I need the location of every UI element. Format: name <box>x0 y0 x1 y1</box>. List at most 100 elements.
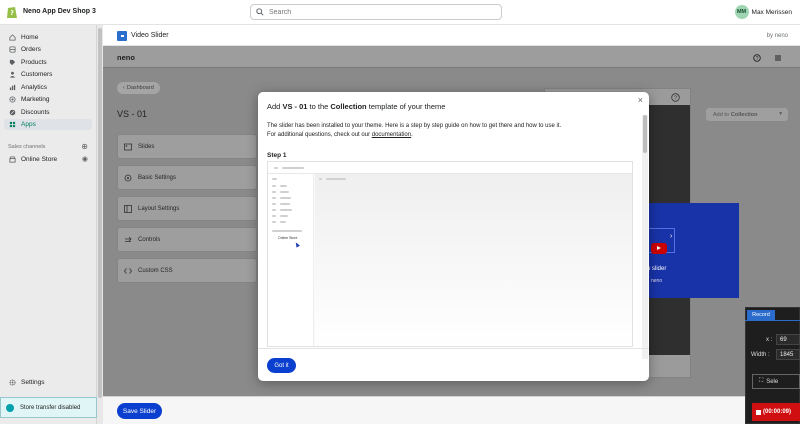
user-menu[interactable]: MM Max Merissen <box>734 5 792 19</box>
shot-line <box>272 215 276 217</box>
menu-card-controls[interactable]: Controls <box>117 227 257 252</box>
target-icon <box>9 96 16 103</box>
record-tab[interactable]: Record <box>747 310 775 320</box>
app-by-label: by neno <box>766 33 788 39</box>
modal-title-prefix: Add <box>267 102 283 111</box>
menu-card-layout-settings[interactable]: Layout Settings <box>117 196 257 221</box>
menu-card-basic-settings[interactable]: Basic Settings <box>117 165 257 190</box>
sidebar-item-label: Apps <box>21 121 36 128</box>
sidebar-item-discounts[interactable]: Discounts <box>4 107 92 118</box>
tag-icon <box>9 59 16 66</box>
modal-title-slider: VS - 01 <box>282 102 308 111</box>
sidebar-item-apps[interactable]: Apps <box>4 119 92 130</box>
dashboard-label: Dashboard <box>126 85 154 91</box>
layout-icon <box>124 204 132 213</box>
step-label: Step 1 <box>267 152 287 159</box>
store-icon <box>9 156 16 163</box>
modal-scrollbar-thumb[interactable] <box>643 115 647 153</box>
shot-line <box>274 167 278 169</box>
sidebar-item-orders[interactable]: Orders <box>4 44 92 55</box>
sidebar-item-products[interactable]: Products <box>4 57 92 68</box>
menu-card-label: Basic Settings <box>138 174 177 181</box>
shot-topbar <box>268 162 632 174</box>
sidebar-item-customers[interactable]: Customers <box>4 69 92 80</box>
menu-card-slides[interactable]: Slides <box>117 134 257 159</box>
help-icon[interactable]: ? <box>753 54 761 64</box>
save-slider-button[interactable]: Save Slider <box>117 403 162 419</box>
preview-neno-label: neno <box>651 278 663 284</box>
add-to-collection-button[interactable]: Add to Collection ▾ <box>706 108 788 121</box>
shot-main <box>315 174 632 346</box>
shop-name[interactable]: Neno App Dev Shop 3 <box>23 8 96 15</box>
top-bar: Neno App Dev Shop 3 MM Max Merissen <box>0 0 800 25</box>
search-input[interactable] <box>269 8 489 16</box>
shot-line <box>280 209 292 211</box>
record-x-field[interactable]: 69 <box>776 334 800 345</box>
shot-line <box>319 178 322 180</box>
sidebar-item-settings[interactable]: Settings <box>4 377 92 388</box>
menu-card-custom-css[interactable]: Custom CSS <box>117 258 257 283</box>
sidebar-item-label: Settings <box>21 379 45 386</box>
neno-logo: neno <box>117 53 135 62</box>
home-icon <box>9 34 16 41</box>
dashboard-back-button[interactable]: ‹ Dashboard <box>117 82 160 94</box>
documentation-link[interactable]: documentation <box>372 132 411 138</box>
bottom-save-bar: Save Slider <box>103 396 800 424</box>
modal-body-line2: For additional questions, check out our … <box>267 131 561 140</box>
shot-line <box>280 221 286 223</box>
collection-label: Collection <box>730 111 758 118</box>
shot-line <box>282 167 304 169</box>
sidebar-item-marketing[interactable]: Marketing <box>4 94 92 105</box>
sidebar-item-analytics[interactable]: Analytics <box>4 82 92 93</box>
modal-footer: Got it <box>258 348 649 381</box>
record-select-button[interactable]: ⛶ Sele <box>752 374 800 389</box>
record-x-label: x : <box>766 337 773 343</box>
close-icon[interactable]: × <box>638 95 643 105</box>
store-transfer-label: Store transfer disabled <box>20 404 81 411</box>
sidebar-item-label: Home <box>21 34 39 41</box>
sidebar-item-home[interactable]: Home <box>4 32 92 43</box>
preview-help-icon[interactable]: ? <box>671 93 680 104</box>
info-icon <box>6 403 14 412</box>
avatar: MM <box>734 5 749 19</box>
shot-line <box>272 221 276 223</box>
shot-line <box>272 185 276 187</box>
user-name: Max Merissen <box>751 8 792 16</box>
sales-channels-label: Sales channels <box>8 144 46 150</box>
record-width-label: Width : <box>751 352 770 358</box>
record-stop-button[interactable]: (00:00:09) <box>752 403 800 421</box>
shot-line <box>272 209 276 211</box>
person-icon <box>9 71 16 78</box>
arrows-icon <box>125 236 132 242</box>
settings-icon <box>124 174 132 181</box>
modal-body-line2-prefix: For additional questions, check out our <box>267 132 372 138</box>
search-bar[interactable] <box>250 4 502 20</box>
orders-icon <box>9 46 16 53</box>
shot-line <box>280 185 287 187</box>
shot-line <box>272 197 276 199</box>
add-channel-icon[interactable]: ⊕ <box>81 143 88 151</box>
preview-slider-title: o slider <box>647 266 667 272</box>
hamburger-menu-icon[interactable] <box>774 54 782 64</box>
svg-text:?: ? <box>674 96 677 102</box>
stop-icon <box>756 409 761 415</box>
sidebar-item-label: Orders <box>21 46 41 53</box>
record-width-field[interactable]: 1845 <box>776 349 800 360</box>
modal-body-line1: The slider has been installed to your th… <box>267 123 562 129</box>
chevron-down-icon: ▾ <box>779 111 782 117</box>
step-screenshot: Online Store <box>267 161 633 347</box>
sidebar-scrollbar-thumb[interactable] <box>98 28 102 398</box>
eye-icon[interactable]: ◉ <box>82 155 88 163</box>
shot-line <box>272 230 302 232</box>
chart-icon <box>9 84 16 91</box>
menu-card-label: Slides <box>138 143 155 150</box>
page-title: VS - 01 <box>117 109 148 119</box>
got-it-button[interactable]: Got it <box>267 358 296 373</box>
slide-next-icon[interactable]: › <box>670 233 672 240</box>
shot-line <box>272 178 277 180</box>
youtube-play-icon[interactable] <box>651 243 667 254</box>
sidebar-item-online-store[interactable]: Online Store ◉ <box>4 154 92 165</box>
store-transfer-banner[interactable]: Store transfer disabled <box>0 397 97 418</box>
modal-title-collection: Collection <box>330 102 367 111</box>
shot-line <box>280 203 290 205</box>
